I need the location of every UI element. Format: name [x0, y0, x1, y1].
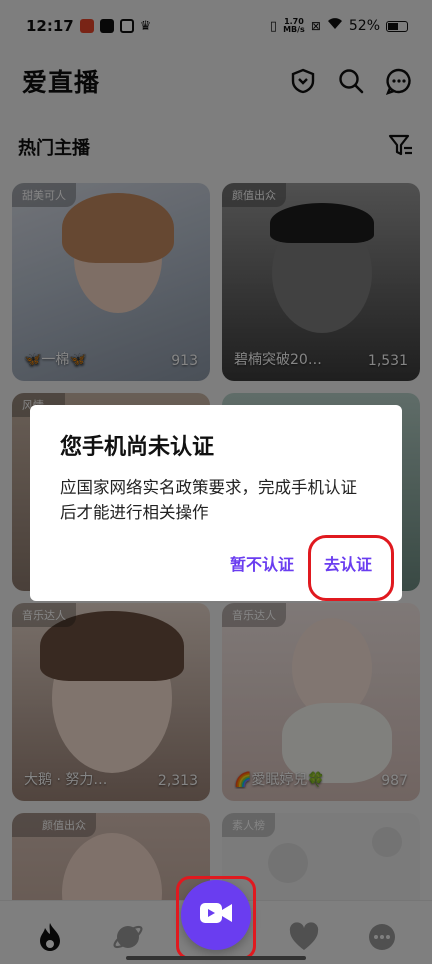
dialog-title: 您手机尚未认证 — [60, 435, 215, 460]
highlight-ring-verify — [308, 535, 394, 601]
highlight-ring-go-live — [176, 876, 256, 960]
dialog-message: 应国家网络实名政策要求，完成手机认证后才能进行相关操作 — [60, 478, 357, 522]
home-indicator — [126, 956, 306, 960]
not-now-button[interactable]: 暂不认证 — [230, 551, 294, 575]
